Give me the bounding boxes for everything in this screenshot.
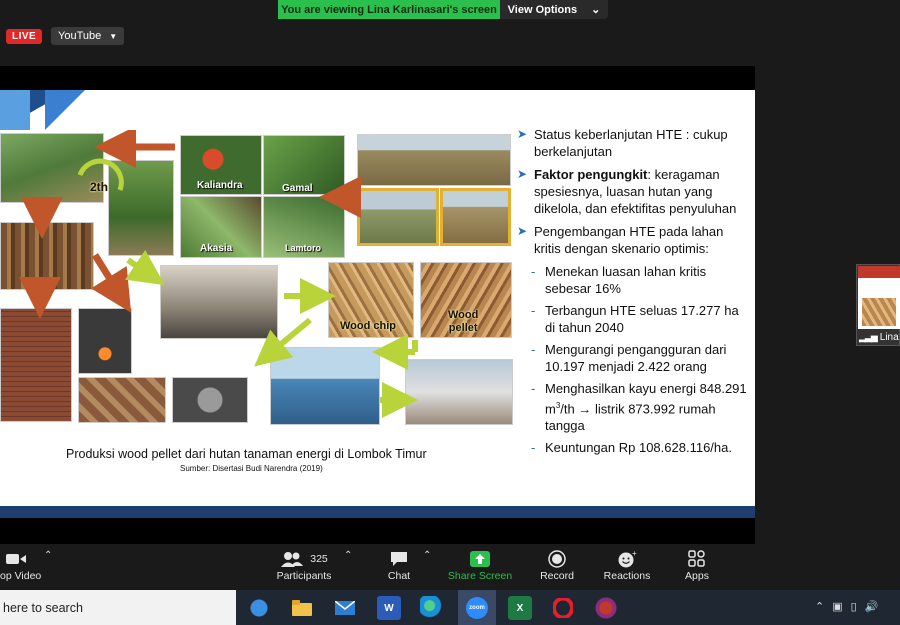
rotation-arrow (77, 158, 124, 191)
search-placeholder: here to search (3, 600, 83, 615)
sub-bullet-item: Menghasilkan kayu energi 848.291 m3/th →… (517, 380, 749, 434)
file-explorer-icon[interactable] (290, 596, 314, 620)
apps-icon (688, 548, 706, 570)
zoom-window: You are viewing Lina Karlinasari's scree… (0, 0, 900, 625)
bullet-item: Pengembangan HTE pada lahan kritis denga… (517, 223, 749, 257)
chevron-up-icon[interactable]: ⌃ (423, 550, 431, 561)
video-button[interactable]: op Video (0, 548, 44, 582)
sub-bullet-item: Menekan luasan lahan kritis sebesar 16% (517, 263, 749, 297)
apps-button[interactable]: Apps (683, 548, 711, 582)
viewing-text: You are viewing Lina Karlinasari's scree… (278, 0, 500, 19)
figure-caption: Produksi wood pellet dari hutan tanaman … (66, 447, 427, 461)
sub-bullet-item: Keuntungan Rp 108.628.116/ha. (517, 439, 749, 456)
bullet-item: Status keberlanjutan HTE : cukup berkela… (517, 126, 749, 160)
chevron-up-icon[interactable]: ⌃ (815, 600, 824, 613)
volume-icon[interactable]: 🔊 (865, 600, 879, 613)
chevron-down-icon: ⌄ (591, 4, 601, 16)
apps-label: Apps (685, 570, 709, 582)
arrow (91, 253, 132, 313)
meeting-toolbar: op Video ⌃ 325 Participants ⌃ Chat ⌃ Sha… (0, 544, 900, 590)
chevron-up-icon[interactable]: ⌃ (344, 550, 352, 561)
slide-decoration (0, 90, 30, 130)
svg-text:+: + (632, 550, 637, 558)
word-icon[interactable]: W (377, 596, 401, 620)
flow-arrows (19, 130, 418, 418)
share-screen-icon (470, 548, 490, 570)
share-screen-label: Share Screen (447, 570, 513, 582)
sub-bullet-text: /th → listrik 873.992 rumah tangga (545, 401, 716, 434)
sub-bullet-text: Terbangun HTE seluas 17.277 ha di tahun … (545, 303, 739, 335)
opera-icon[interactable] (551, 596, 575, 620)
participants-label: Participants (276, 570, 332, 582)
windows-security-icon[interactable] (247, 596, 271, 620)
chat-label: Chat (387, 570, 411, 582)
participants-button[interactable]: 325 Participants (274, 548, 334, 582)
taskbar-search-box[interactable]: here to search (0, 590, 236, 625)
chat-icon (390, 548, 408, 570)
battery-icon[interactable]: ▯ (851, 600, 857, 613)
sub-bullet-item: Mengurangi pengangguran dari 10.197 menj… (517, 341, 749, 375)
viewing-banner: You are viewing Lina Karlinasari's scree… (278, 0, 608, 19)
slide-bullets: Status keberlanjutan HTE : cukup berkela… (517, 126, 749, 461)
edge-icon[interactable] (420, 596, 444, 620)
video-camera-icon (0, 548, 26, 570)
system-tray: ⌃ ▣ ▯ 🔊 (815, 600, 878, 613)
sub-bullet-text: Mengurangi pengangguran dari 10.197 menj… (545, 342, 727, 374)
view-options-label: View Options (507, 3, 578, 16)
reactions-label: Reactions (603, 570, 651, 582)
sub-bullet-text: Menekan luasan lahan kritis sebesar 16% (545, 264, 707, 296)
caret-down-icon: ▼ (109, 31, 118, 41)
figure-source: Sumber: Disertasi Budi Narendra (2019) (180, 464, 323, 473)
smiley-icon: + (617, 548, 637, 570)
bullet-text: Status keberlanjutan HTE : cukup berkela… (534, 127, 728, 159)
arrow (124, 249, 165, 286)
sub-bullet-item: Terbangun HTE seluas 17.277 ha di tahun … (517, 302, 749, 336)
record-icon (548, 548, 566, 570)
arrow (254, 317, 312, 367)
record-button[interactable]: Record (538, 548, 576, 582)
participant-name: ▂▃▅ Lina (859, 332, 899, 343)
slide-footer-bar (0, 506, 755, 518)
reactions-button[interactable]: + Reactions (601, 548, 653, 582)
participant-count: 325 (310, 553, 328, 565)
bullet-text: Pengembangan HTE pada lahan kritis denga… (534, 224, 724, 256)
windows-taskbar: here to search W zoom X ⌃ ▣ ▯ 🔊 (0, 590, 900, 625)
excel-icon[interactable]: X (508, 596, 532, 620)
participant-video-thumbnail[interactable]: ▂▃▅ Lina (856, 264, 900, 346)
zoom-icon[interactable]: zoom (458, 590, 496, 625)
chevron-up-icon[interactable]: ⌃ (44, 550, 52, 561)
signal-bars-icon: ▂▃▅ (859, 332, 878, 342)
live-badge[interactable]: LIVE (6, 29, 43, 44)
share-screen-button[interactable]: Share Screen (447, 548, 513, 582)
view-options-button[interactable]: View Options ⌄ (500, 0, 608, 19)
participant-name-label: Lina (879, 332, 899, 343)
sub-bullet-text: Keuntungan Rp 108.628.116/ha. (545, 440, 732, 456)
thumbnail-screen-preview (858, 266, 900, 329)
network-icon[interactable]: ▣ (832, 600, 842, 613)
participants-icon: 325 (280, 548, 328, 570)
mail-icon[interactable] (333, 596, 357, 620)
bullet-item: Faktor pengungkit: keragaman spesiesnya,… (517, 166, 749, 217)
stream-platform-label: YouTube (58, 30, 102, 42)
video-label: op Video (0, 570, 42, 582)
chat-button[interactable]: Chat (384, 548, 414, 582)
bullet-bold-text: Faktor pengungkit (534, 167, 648, 182)
slide-decoration (45, 90, 85, 130)
stream-platform-dropdown[interactable]: YouTube ▼ (51, 27, 125, 45)
record-label: Record (540, 570, 574, 582)
firefox-icon[interactable] (594, 596, 618, 620)
